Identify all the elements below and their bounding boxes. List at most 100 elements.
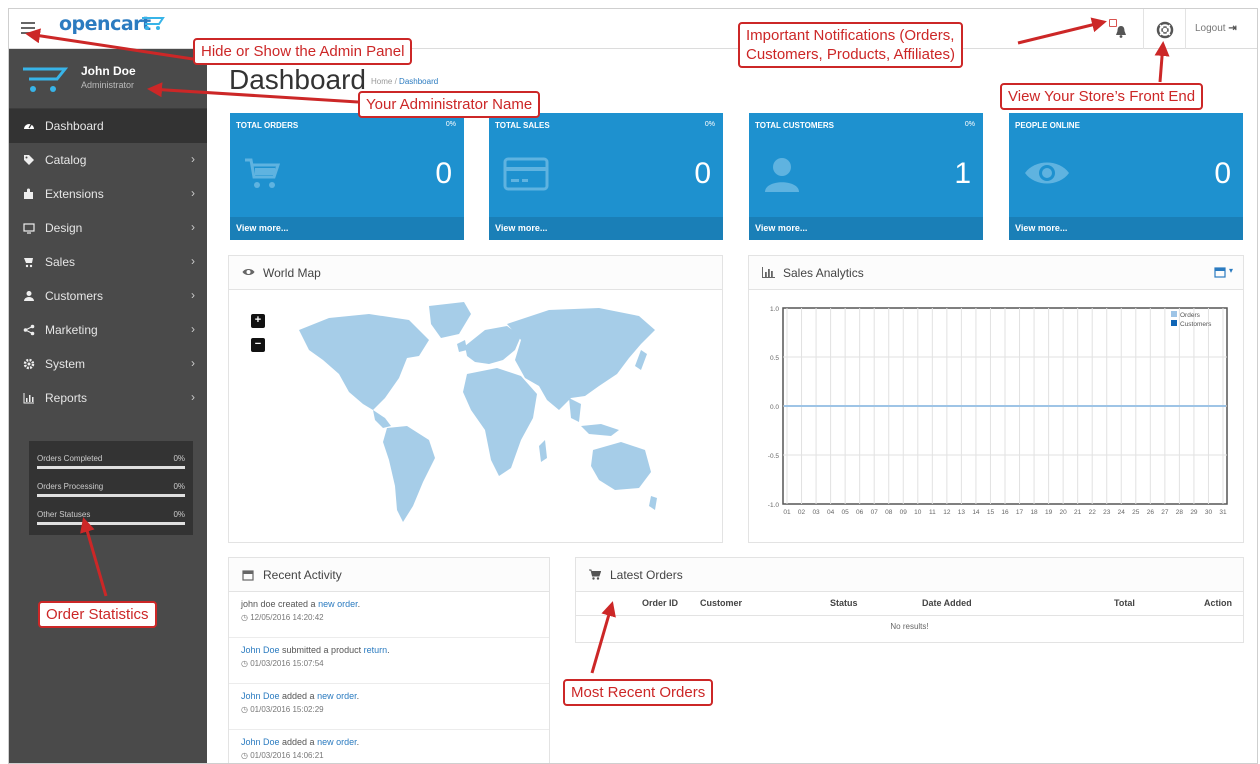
orders-empty-message: No results! [890, 622, 929, 631]
activity-user-link[interactable]: John Doe [241, 645, 280, 655]
stat-label: Other Statuses [37, 510, 91, 519]
column-customer[interactable]: Customer [700, 598, 742, 608]
x-tick-label: 22 [1089, 509, 1097, 516]
map-zoom-in-button[interactable]: + [251, 314, 265, 328]
sidebar-item-reports[interactable]: Reports › [9, 381, 207, 415]
x-tick-label: 13 [958, 509, 966, 516]
activity-link[interactable]: return [364, 645, 388, 655]
sidebar-item-sales[interactable]: Sales › [9, 245, 207, 279]
monitor-icon [23, 223, 35, 234]
orders-table-header: Order ID Customer Status Date Added Tota… [576, 592, 1243, 616]
life-ring-icon[interactable] [1155, 20, 1175, 40]
sidebar-item-system[interactable]: System › [9, 347, 207, 381]
panel-heading: World Map [229, 256, 722, 290]
y-tick-label: 0.0 [770, 404, 779, 411]
view-more-link[interactable]: View more... [489, 217, 723, 240]
x-tick-label: 09 [900, 509, 908, 516]
profile-cart-icon [23, 67, 69, 92]
panel-heading: Sales Analytics ▾ [749, 256, 1243, 290]
cart-icon [24, 258, 33, 268]
caret-down-icon: ▾ [1228, 266, 1233, 275]
x-tick-label: 15 [987, 509, 995, 516]
x-tick-label: 27 [1161, 509, 1169, 516]
sidebar-item-label: Dashboard [45, 119, 104, 133]
activity-item: John Doe added a new order. ◷ 01/03/2016… [229, 684, 549, 730]
clock-icon: ◷ [241, 705, 248, 714]
sidebar-item-label: Design [45, 221, 83, 235]
column-order-id[interactable]: Order ID [642, 598, 678, 608]
activity-link[interactable]: new order [317, 737, 357, 747]
column-status[interactable]: Status [830, 598, 858, 608]
panel-heading: Latest Orders [576, 558, 1243, 592]
activity-punct: . [387, 645, 390, 655]
credit-card-icon [503, 157, 549, 191]
notifications-button[interactable] [1103, 19, 1133, 41]
view-more-link[interactable]: View more... [230, 217, 464, 240]
date-range-dropdown[interactable]: ▾ [1214, 266, 1233, 281]
tile-title: TOTAL SALES [495, 121, 550, 130]
chevron-right-icon: › [191, 356, 195, 370]
x-tick-label: 25 [1132, 509, 1140, 516]
x-tick-label: 06 [856, 509, 864, 516]
admin-role: Administrator [81, 80, 135, 90]
sidebar-item-label: Sales [45, 255, 76, 269]
stat-orders-completed: Orders Completed 0% [37, 447, 185, 475]
admin-name: John Doe [81, 64, 136, 78]
view-more-link[interactable]: View more... [1009, 217, 1243, 240]
activity-text: added a [279, 691, 318, 701]
activity-time: 01/03/2016 15:02:29 [250, 705, 324, 714]
world-map[interactable] [289, 300, 659, 530]
tile-total-orders: TOTAL ORDERS 0% 0 View more... [230, 113, 464, 240]
eye-icon [1025, 162, 1069, 184]
chevron-right-icon: › [191, 288, 195, 302]
panel-title: World Map [263, 266, 321, 280]
sidebar-item-dashboard[interactable]: Dashboard [9, 109, 207, 143]
x-tick-label: 31 [1219, 509, 1227, 516]
menu-toggle-button[interactable] [21, 22, 35, 34]
activity-time: 01/03/2016 14:06:21 [250, 751, 324, 760]
sidebar-item-marketing[interactable]: Marketing › [9, 313, 207, 347]
activity-link[interactable]: new order [317, 691, 357, 701]
breadcrumb-current[interactable]: Dashboard [399, 77, 438, 86]
app-window: opencart Logout ⇥ John Doe Administrator… [8, 8, 1258, 764]
activity-link[interactable]: new order [318, 599, 358, 609]
cart-icon [245, 158, 280, 188]
eye-icon [242, 269, 255, 275]
y-tick-label: -1.0 [768, 502, 780, 509]
world-map-panel: World Map + − [228, 255, 723, 543]
chevron-right-icon: › [191, 390, 195, 404]
sidebar-item-catalog[interactable]: Catalog › [9, 143, 207, 177]
logout-button[interactable]: Logout ⇥ [1195, 23, 1237, 34]
tile-value: 0 [435, 157, 452, 190]
sidebar-item-label: Catalog [45, 153, 87, 167]
activity-user-link[interactable]: John Doe [241, 691, 280, 701]
logo-cart-icon [142, 17, 165, 30]
x-tick-label: 16 [1001, 509, 1009, 516]
sidebar-item-label: Reports [45, 391, 88, 405]
sidebar-item-customers[interactable]: Customers › [9, 279, 207, 313]
map-zoom-out-button[interactable]: − [251, 338, 265, 352]
x-tick-label: 05 [842, 509, 850, 516]
x-tick-label: 26 [1147, 509, 1155, 516]
bar-chart-icon [23, 393, 34, 404]
sidebar-item-label: Marketing [45, 323, 98, 337]
stat-progress-bar [37, 494, 185, 497]
panel-title: Latest Orders [610, 568, 683, 582]
sidebar-item-design[interactable]: Design › [9, 211, 207, 245]
activity-user-link[interactable]: John Doe [241, 737, 280, 747]
chevron-right-icon: › [191, 254, 195, 268]
sidebar-item-extensions[interactable]: Extensions › [9, 177, 207, 211]
x-tick-label: 28 [1176, 509, 1184, 516]
tile-percent: 0% [704, 121, 715, 128]
stat-label: Orders Processing [37, 482, 104, 491]
stat-label: Orders Completed [37, 454, 103, 463]
view-more-link[interactable]: View more... [749, 217, 983, 240]
breadcrumb-home[interactable]: Home [371, 77, 392, 86]
column-total[interactable]: Total [1114, 598, 1135, 608]
column-date-added[interactable]: Date Added [922, 598, 972, 608]
x-tick-label: 19 [1045, 509, 1053, 516]
activity-item: John Doe submitted a product return. ◷ 0… [229, 638, 549, 684]
activity-text: submitted a product [279, 645, 364, 655]
x-tick-label: 23 [1103, 509, 1111, 516]
opencart-logo[interactable]: opencart [59, 13, 151, 35]
